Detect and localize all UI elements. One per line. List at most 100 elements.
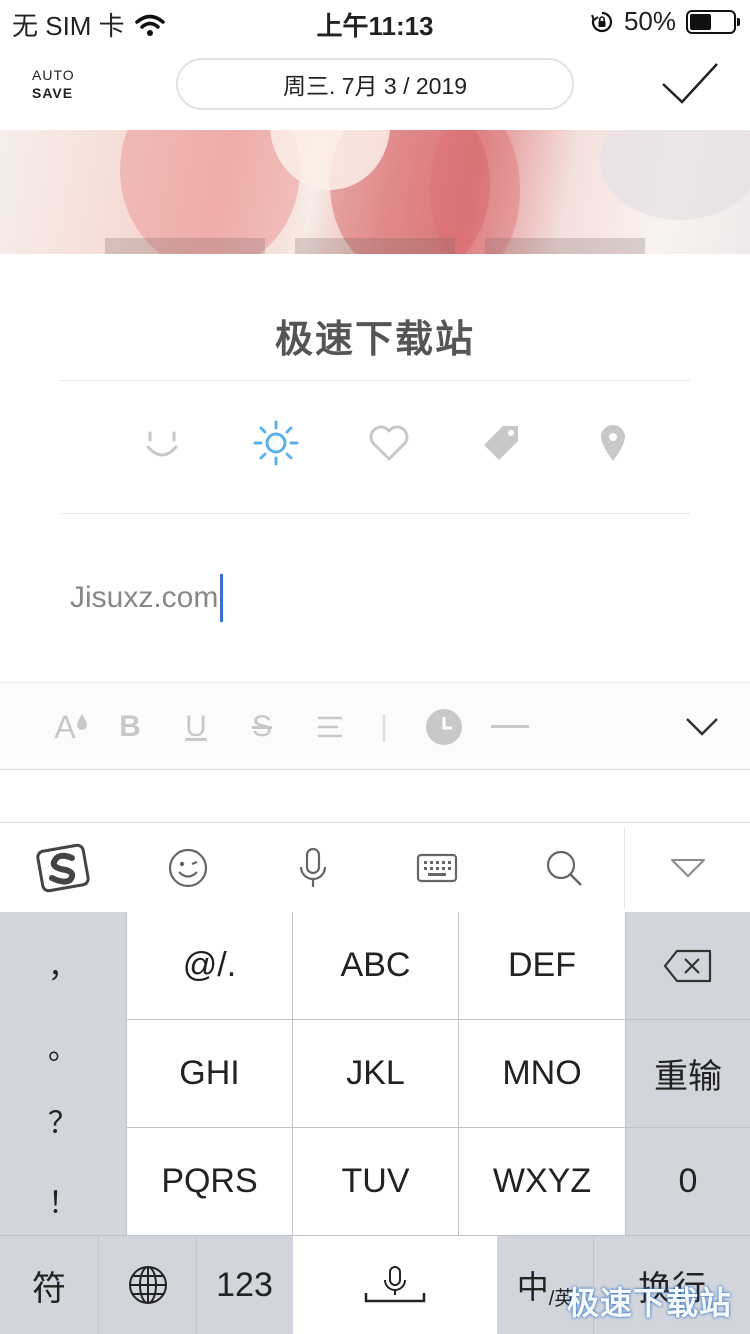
status-right: 50% — [590, 6, 740, 37]
tag-button[interactable] — [476, 418, 526, 468]
entry-body-editor[interactable]: Jisuxz.com — [70, 574, 224, 622]
done-button[interactable] — [660, 58, 720, 106]
cover-hair-shape — [430, 130, 520, 254]
punct-period[interactable]: 。 — [0, 1024, 126, 1068]
divider — [60, 380, 690, 381]
key-jkl[interactable]: JKL — [293, 1020, 458, 1127]
cover-light-shape — [600, 130, 750, 220]
format-toolbar: A B U S | — [0, 682, 750, 770]
insert-time-button[interactable] — [424, 683, 464, 771]
punct-exclamation[interactable]: ！ — [0, 1178, 126, 1222]
key-label: TUV — [341, 1162, 410, 1200]
key-symbols-at[interactable]: @/. — [127, 912, 292, 1019]
ime-search-button[interactable] — [542, 823, 586, 913]
emoji-icon — [168, 848, 208, 888]
key-label: JKL — [346, 1054, 405, 1092]
entry-meta-icons — [0, 418, 750, 468]
voice-input-button[interactable] — [292, 823, 334, 913]
font-size-button[interactable]: A — [48, 683, 94, 771]
key-reinput[interactable]: 重输 — [626, 1020, 750, 1127]
weather-sun-icon — [253, 420, 299, 466]
kb-grid-line — [625, 912, 626, 1236]
entry-title[interactable]: 极速下载站 — [0, 308, 750, 363]
keyboard-icon — [416, 853, 458, 883]
space-mic-icon — [364, 1266, 426, 1303]
key-space[interactable] — [293, 1236, 497, 1334]
nine-key-keyboard: ， 。 ？ ！ @/. ABC DEF GHI JKL MNO PQRS TUV… — [0, 912, 750, 1334]
cover-tabs — [105, 238, 645, 254]
key-pqrs[interactable]: PQRS — [127, 1128, 292, 1235]
search-icon — [546, 850, 582, 886]
site-watermark: 极速下载站 — [566, 1285, 732, 1321]
location-pin-icon — [601, 425, 625, 461]
kb-grid-line — [126, 1019, 750, 1020]
key-tuv[interactable]: TUV — [293, 1128, 458, 1235]
location-button[interactable] — [588, 418, 638, 468]
globe-icon — [128, 1266, 167, 1304]
key-label: GHI — [179, 1054, 240, 1092]
strikethrough-button[interactable]: S — [242, 683, 282, 771]
bold-button[interactable]: B — [110, 683, 150, 771]
text-caret — [220, 574, 224, 622]
color-drop-icon — [76, 714, 87, 730]
font-size-label: A — [54, 708, 76, 745]
kb-grid-line — [126, 1127, 750, 1128]
toolbar-separator: | — [372, 683, 396, 771]
key-abc[interactable]: ABC — [293, 912, 458, 1019]
backspace-icon — [663, 949, 712, 982]
bold-label: B — [119, 710, 141, 743]
key-label: 0 — [678, 1162, 698, 1200]
autosave-line1: AUTO — [32, 67, 75, 83]
mood-button[interactable] — [137, 418, 187, 468]
clock-icon — [426, 709, 462, 745]
key-ghi[interactable]: GHI — [127, 1020, 292, 1127]
cover-image[interactable] — [0, 130, 750, 254]
key-label: 重输 — [654, 1058, 722, 1096]
key-label: ABC — [340, 946, 411, 984]
key-delete[interactable] — [626, 912, 750, 1019]
key-mno[interactable]: MNO — [459, 1020, 625, 1127]
align-lines-icon — [318, 716, 342, 738]
horizontal-rule-button[interactable] — [490, 683, 530, 771]
kb-grid-line — [458, 912, 459, 1236]
smile-icon — [146, 431, 178, 457]
weather-button[interactable] — [251, 418, 301, 468]
chevron-down-icon — [686, 718, 718, 736]
entry-body-text: Jisuxz.com — [70, 581, 219, 614]
battery-icon — [686, 9, 740, 34]
underline-button[interactable]: U — [176, 683, 216, 771]
key-numbers[interactable]: 123 — [197, 1236, 292, 1334]
favorite-button[interactable] — [364, 418, 414, 468]
kb-grid-line — [98, 1236, 99, 1334]
lang-main-label: 中 — [516, 1269, 549, 1305]
hide-keyboard-button[interactable] — [680, 683, 724, 771]
date-label: 周三. 7月 3 / 2019 — [282, 73, 468, 99]
microphone-icon — [299, 847, 327, 887]
align-button[interactable] — [310, 683, 350, 771]
collapse-triangle-icon — [671, 859, 705, 877]
status-bar: 无 SIM 卡 上午11:13 50% — [0, 0, 750, 41]
key-wxyz[interactable]: WXYZ — [459, 1128, 625, 1235]
key-label: WXYZ — [492, 1162, 592, 1200]
cover-hair-shape — [120, 130, 300, 254]
divider — [60, 513, 690, 514]
date-selector[interactable]: 周三. 7月 3 / 2019 — [176, 58, 574, 110]
battery-fill — [690, 13, 711, 30]
sogou-logo-icon — [36, 843, 90, 893]
key-zero[interactable]: 0 — [626, 1128, 750, 1235]
key-globe[interactable] — [99, 1236, 196, 1334]
ime-toolbar — [0, 822, 750, 912]
autosave-indicator[interactable]: AUTO SAVE — [32, 66, 75, 102]
key-symbols[interactable]: 符 — [0, 1236, 98, 1334]
strikethrough-label: S — [251, 710, 272, 743]
keyboard-switch-button[interactable] — [414, 823, 460, 913]
key-def[interactable]: DEF — [459, 912, 625, 1019]
ime-separator — [624, 827, 625, 909]
punct-comma[interactable]: ， — [0, 942, 126, 986]
emoji-button[interactable] — [165, 823, 211, 913]
key-label: 123 — [216, 1265, 273, 1304]
sogou-button[interactable] — [30, 823, 96, 913]
punct-question[interactable]: ？ — [0, 1098, 126, 1142]
horizontal-rule-icon — [491, 725, 529, 728]
collapse-ime-button[interactable] — [666, 823, 710, 913]
